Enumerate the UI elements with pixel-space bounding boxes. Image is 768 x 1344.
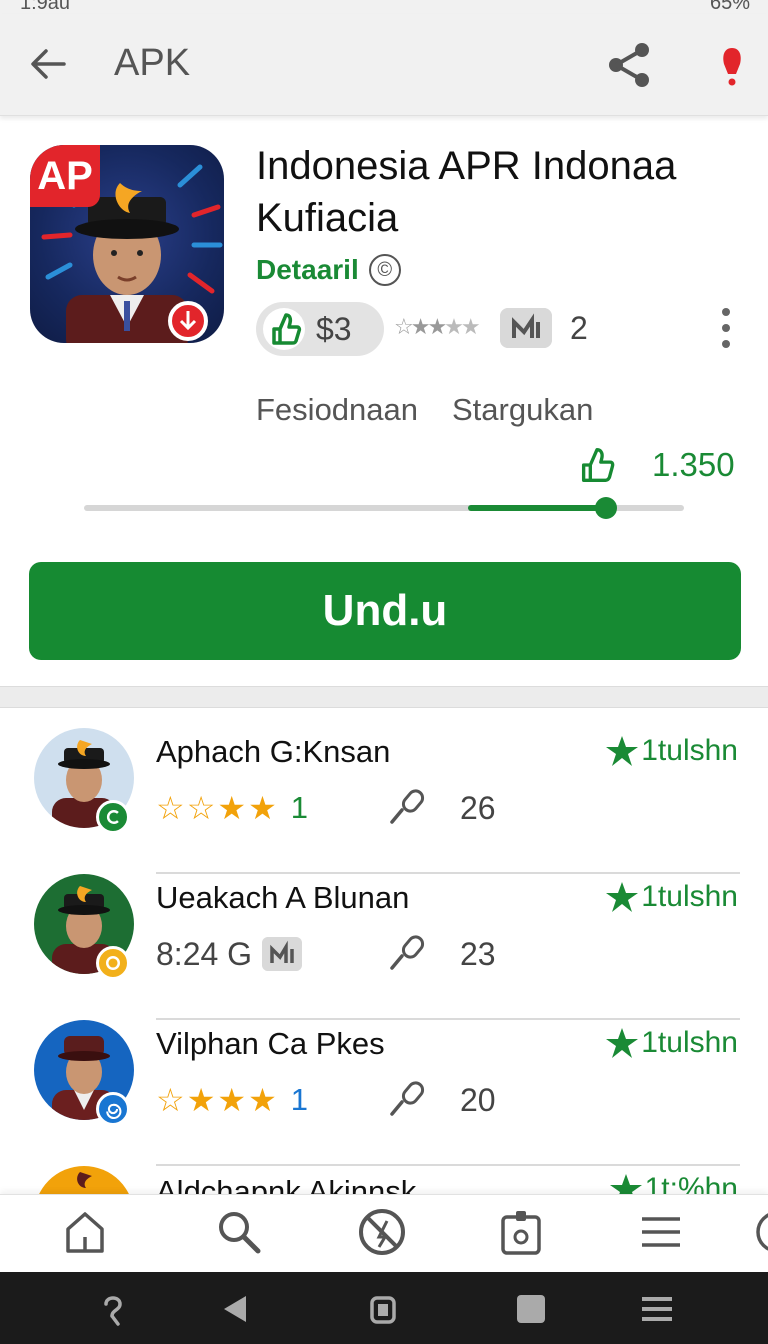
system-nav-bar bbox=[0, 1272, 768, 1344]
tab-stargukan[interactable]: Stargukan bbox=[452, 392, 593, 428]
developer-name[interactable]: Detaaril bbox=[256, 254, 359, 286]
slider-knob[interactable] bbox=[595, 497, 617, 519]
more-vert-icon[interactable] bbox=[716, 306, 736, 350]
list-item[interactable]: Vilphan Ca Pkes 1tulshn ☆★★★ 1 20 bbox=[0, 1020, 768, 1166]
microphone-icon bbox=[390, 935, 425, 970]
item-meta: ☆☆★★ 1 bbox=[156, 786, 308, 830]
chart-icon bbox=[262, 937, 303, 971]
star-icon bbox=[606, 882, 639, 912]
recents-square-icon[interactable] bbox=[514, 1292, 548, 1326]
status-bar: 1:9au 65% bbox=[0, 0, 768, 14]
item-tag: 1tulshn bbox=[641, 1026, 738, 1059]
search-icon[interactable] bbox=[214, 1207, 264, 1257]
item-title: Ueakach A Blunan bbox=[156, 880, 410, 915]
install-button[interactable]: Und.u bbox=[29, 562, 741, 660]
avatar bbox=[34, 1166, 134, 1194]
item-tag: 1t:%hn bbox=[644, 1172, 738, 1194]
rating-number: 1 bbox=[290, 1082, 308, 1117]
badge-icon bbox=[96, 800, 130, 834]
item-tag-row: 1t:%hn bbox=[609, 1172, 738, 1194]
thumbs-up-icon bbox=[263, 308, 305, 350]
item-time: 8:24 G bbox=[156, 935, 253, 972]
back-triangle-icon[interactable] bbox=[218, 1292, 252, 1326]
rating-slider[interactable] bbox=[84, 497, 684, 519]
status-time: 1:9au bbox=[20, 0, 71, 14]
microphone-icon bbox=[390, 789, 425, 824]
microphone-icon bbox=[390, 1081, 425, 1116]
item-count: 26 bbox=[460, 790, 496, 826]
item-title: Aldchapnk Akinnsk bbox=[156, 1174, 417, 1194]
home-icon[interactable] bbox=[60, 1207, 110, 1257]
home-circle-icon[interactable] bbox=[366, 1292, 400, 1326]
app-bar: APK bbox=[0, 14, 768, 116]
item-title: Aphach G:Knsan bbox=[156, 734, 391, 769]
chart-icon bbox=[500, 308, 552, 348]
item-tag-row: 1tulshn bbox=[605, 880, 738, 914]
list-item[interactable]: Aldchapnk Akinnsk 1t:%hn bbox=[0, 1166, 768, 1194]
app-name: Indonesia APR Indonaa Kufiacia bbox=[256, 144, 677, 240]
menu-icon[interactable] bbox=[640, 1292, 674, 1326]
more-circle-icon[interactable] bbox=[752, 1207, 768, 1257]
blocked-icon[interactable] bbox=[357, 1207, 407, 1257]
list-item[interactable]: Aphach G:Knsan 1tulshn ☆☆★★ 1 26 bbox=[0, 728, 768, 874]
item-title: Vilphan Ca Pkes bbox=[156, 1026, 385, 1061]
item-tag-row: 1tulshn bbox=[605, 1026, 738, 1060]
count-value: 2 bbox=[570, 310, 588, 346]
menu-icon[interactable] bbox=[636, 1207, 686, 1257]
item-meta: 8:24 G bbox=[156, 932, 303, 976]
assist-icon[interactable] bbox=[98, 1292, 132, 1326]
item-count: 23 bbox=[460, 936, 496, 972]
rating-value: 1.350 bbox=[652, 446, 735, 483]
star-icon bbox=[606, 736, 639, 766]
badge-icon bbox=[96, 1092, 130, 1126]
bottom-nav bbox=[0, 1194, 768, 1272]
star-rating: ☆★★★ bbox=[156, 1082, 279, 1118]
badge-card-icon[interactable] bbox=[496, 1207, 546, 1257]
item-tag: 1tulshn bbox=[641, 734, 738, 767]
page-title: APK bbox=[114, 42, 191, 84]
back-arrow-icon[interactable] bbox=[26, 42, 70, 86]
rating-row: 1.350 bbox=[576, 440, 735, 490]
star-rating: ☆☆★★ bbox=[156, 790, 279, 826]
badge-icon bbox=[96, 946, 130, 980]
price-label: $3 bbox=[316, 310, 352, 347]
tab-fesiodnaan[interactable]: Fesiodnaan bbox=[256, 392, 418, 428]
item-tag-row: 1tulshn bbox=[605, 734, 738, 768]
developer-row[interactable]: Detaaril © bbox=[256, 250, 401, 290]
rating-stars-small: ☆★★★★ bbox=[394, 314, 481, 339]
item-count: 20 bbox=[460, 1082, 496, 1118]
status-battery: 65% bbox=[709, 0, 750, 14]
copyright-icon: © bbox=[368, 254, 401, 286]
app-icon-badge: AP bbox=[30, 145, 100, 207]
list-item[interactable]: Ueakach A Blunan 1tulshn 8:24 G 23 bbox=[0, 874, 768, 1020]
slider-fill bbox=[468, 505, 606, 511]
share-icon[interactable] bbox=[604, 40, 654, 90]
item-tag: 1tulshn bbox=[641, 880, 738, 913]
rating-number: 1 bbox=[290, 790, 308, 825]
thumbs-up-icon bbox=[581, 448, 615, 482]
star-icon bbox=[609, 1174, 642, 1194]
price-chip[interactable]: $3 bbox=[256, 302, 384, 356]
section-divider bbox=[0, 686, 768, 708]
item-meta: ☆★★★ 1 bbox=[156, 1078, 308, 1122]
alert-icon[interactable] bbox=[714, 42, 750, 92]
star-icon bbox=[606, 1028, 639, 1058]
app-icon: AP bbox=[30, 145, 224, 343]
